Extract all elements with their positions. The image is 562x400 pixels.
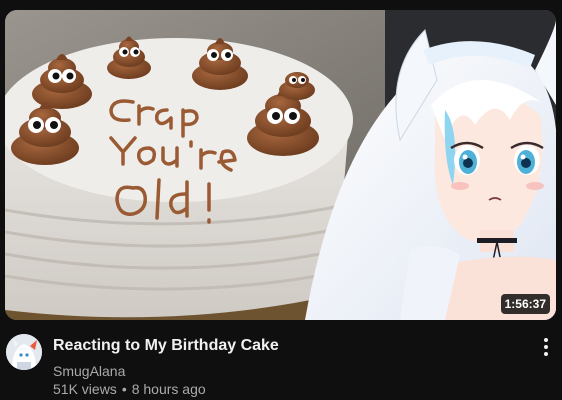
video-thumbnail[interactable]: 1:56:37 bbox=[5, 10, 556, 320]
video-stats: 51K views • 8 hours ago bbox=[53, 380, 206, 398]
thumbnail-artwork bbox=[5, 10, 556, 320]
duration-badge: 1:56:37 bbox=[500, 294, 550, 314]
more-vert-icon[interactable] bbox=[538, 336, 554, 358]
channel-avatar[interactable] bbox=[6, 334, 42, 370]
upload-age: 8 hours ago bbox=[131, 381, 206, 397]
video-meta: Reacting to My Birthday Cake SmugAlana 5… bbox=[0, 330, 562, 400]
view-count: 51K views bbox=[53, 381, 117, 397]
stats-separator: • bbox=[121, 381, 127, 397]
video-title[interactable]: Reacting to My Birthday Cake bbox=[53, 335, 279, 357]
channel-name[interactable]: SmugAlana bbox=[53, 362, 125, 380]
avatar-icon bbox=[6, 334, 42, 370]
